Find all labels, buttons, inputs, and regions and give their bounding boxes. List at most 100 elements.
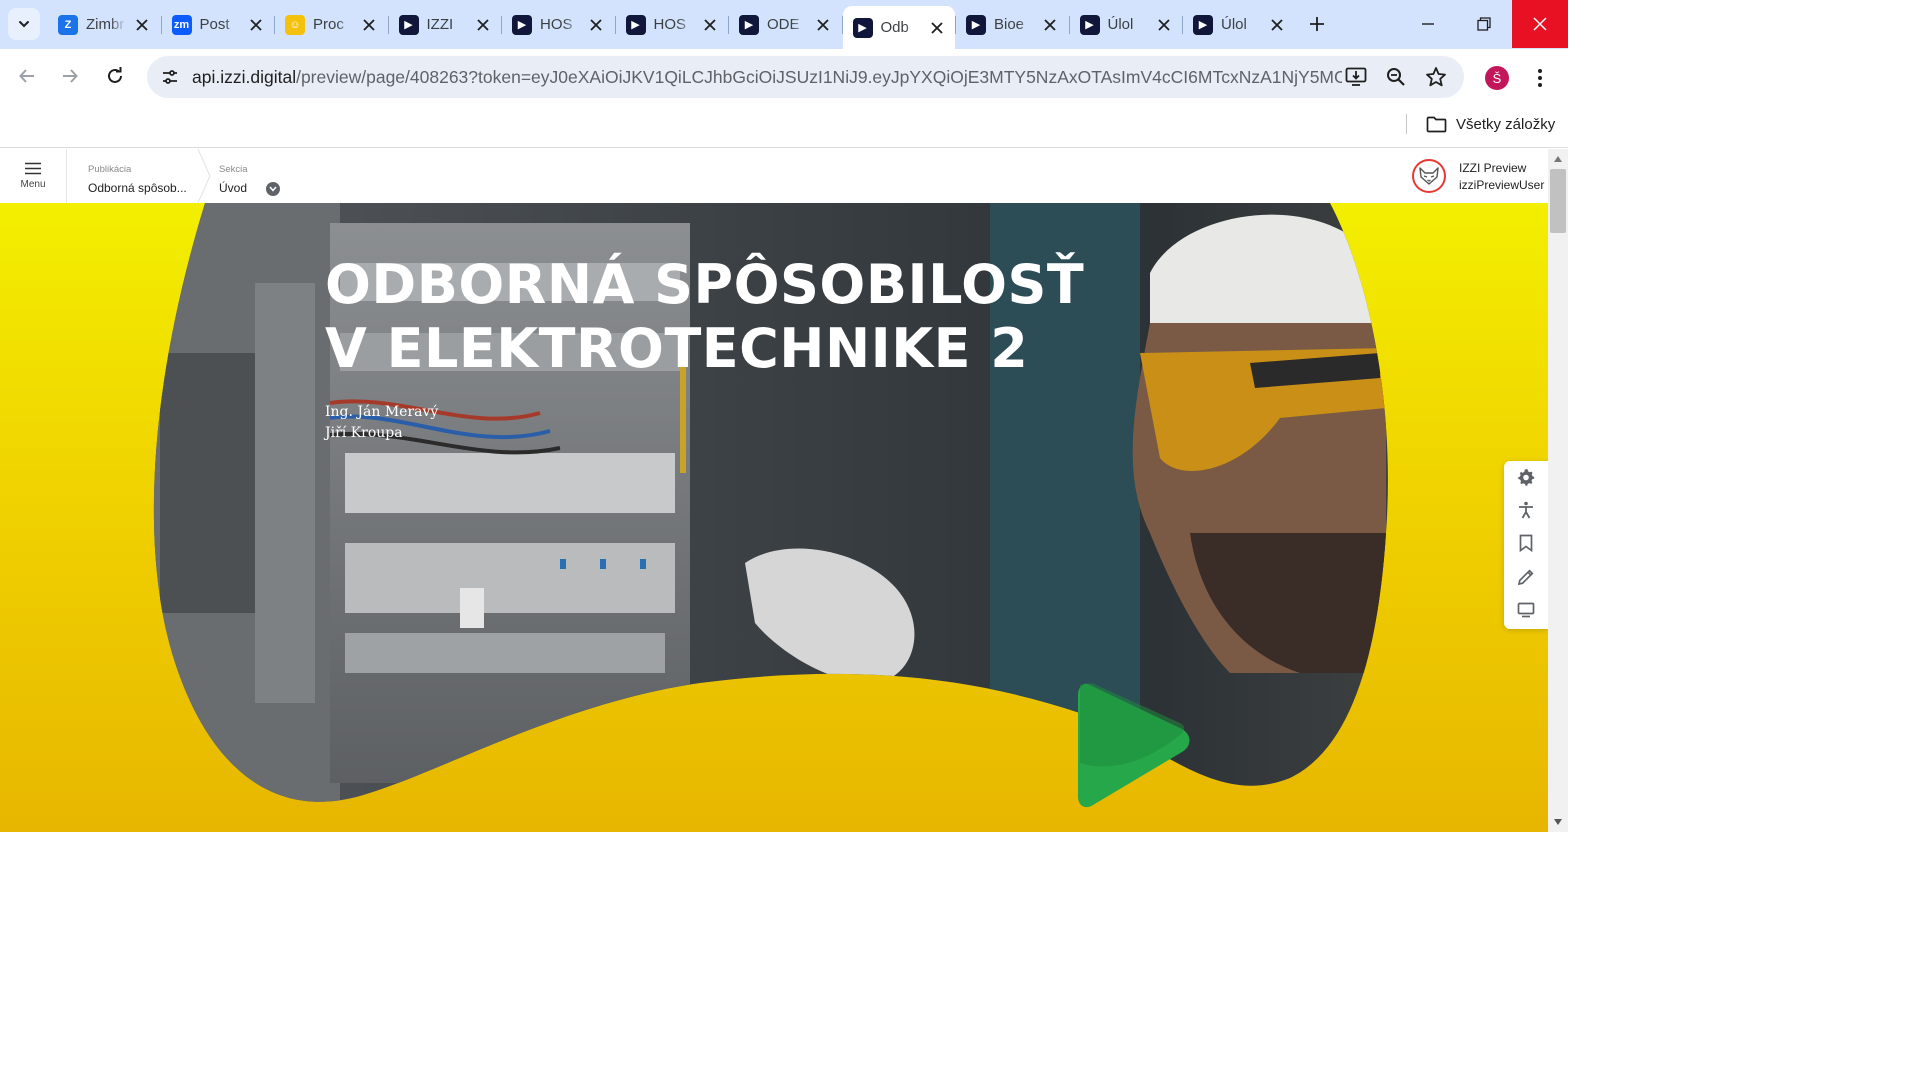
minimize-button[interactable] [1400, 0, 1456, 48]
bookmark-star-button[interactable] [1423, 64, 1449, 90]
chevron-down-icon [19, 21, 29, 28]
star-icon [1426, 67, 1446, 87]
folder-icon [1426, 116, 1447, 132]
scroll-up-button[interactable] [1548, 151, 1568, 167]
browser-tab[interactable]: ▶ ODE [729, 8, 841, 41]
page-viewport: Menu Publikácia Odborná spôsob... Sekcia… [0, 149, 1548, 832]
zoom-button[interactable] [1383, 64, 1409, 90]
reload-icon [108, 67, 122, 83]
browser-menu-button[interactable] [1530, 63, 1550, 93]
tab-label: HOS [540, 16, 573, 33]
author-2: Jiří Kroupa [325, 425, 403, 441]
publication-value: Odborná spôsob... [88, 181, 187, 195]
tab-close-icon[interactable] [475, 17, 491, 33]
all-bookmarks-button[interactable]: Všetky záložky [1426, 112, 1555, 136]
site-info-button[interactable] [155, 62, 185, 92]
install-app-button[interactable] [1343, 64, 1369, 90]
forward-button[interactable] [53, 59, 87, 93]
user-profile[interactable]: IZZI Preview izziPreviewUser [1412, 158, 1548, 194]
browser-tab[interactable]: ▶ Úlol [1183, 8, 1295, 41]
tab-close-icon[interactable] [361, 17, 377, 33]
tab-favicon-icon: Z [58, 14, 78, 35]
back-button[interactable] [10, 59, 44, 93]
browser-tab[interactable]: ▶ IZZI [389, 8, 501, 41]
browser-tab[interactable]: ▶ HOS [616, 8, 728, 41]
scroll-down-button[interactable] [1548, 814, 1568, 830]
bookmark-button[interactable] [1514, 531, 1538, 555]
arrow-right-icon [63, 69, 78, 83]
tab-search-button[interactable] [8, 8, 40, 40]
triangle-down-icon [1554, 819, 1562, 825]
tune-icon [163, 70, 177, 84]
title-line-2: V ELEKTROTECHNIKE 2 [325, 317, 1029, 380]
menu-button[interactable]: Menu [0, 149, 67, 203]
breadcrumb-publication[interactable]: Publikácia Odborná spôsob... [88, 149, 196, 203]
tab-label: Post [199, 16, 230, 33]
bookmarks-bar: Všetky záložky [0, 105, 1568, 148]
tab-close-icon[interactable] [1156, 17, 1172, 33]
tab-favicon-icon: ▶ [852, 17, 873, 38]
tab-label: IZZI [426, 16, 454, 33]
new-tab-button[interactable] [1302, 9, 1332, 39]
more-vert-icon [1538, 69, 1542, 87]
chevron-down-icon [269, 186, 277, 192]
tab-favicon-icon: ▶ [1193, 14, 1213, 35]
tab-favicon-icon: ▶ [512, 14, 532, 35]
app-header: Menu Publikácia Odborná spôsob... Sekcia… [0, 149, 1548, 203]
tab-close-icon[interactable] [702, 17, 718, 33]
gear-icon [1518, 469, 1535, 486]
publication-title: ODBORNÁ SPÔSOBILOSŤ V ELEKTROTECHNIKE 2 [325, 253, 1085, 381]
tab-close-icon[interactable] [929, 20, 945, 36]
window-close-button[interactable] [1512, 0, 1568, 48]
browser-tab[interactable]: zm Post [162, 8, 274, 41]
tab-close-icon[interactable] [1269, 17, 1285, 33]
title-line-1: ODBORNÁ SPÔSOBILOSŤ [325, 253, 1085, 316]
accessibility-button[interactable] [1514, 498, 1538, 522]
tab-close-icon[interactable] [248, 17, 264, 33]
tab-close-icon[interactable] [815, 17, 831, 33]
tab-label: Proc [313, 16, 344, 33]
scroll-thumb[interactable] [1550, 169, 1566, 233]
hamburger-icon [25, 162, 41, 175]
reload-button[interactable] [98, 59, 132, 93]
fox-logo-icon [1419, 167, 1439, 185]
all-bookmarks-label: Všetky záložky [1456, 115, 1556, 133]
arrow-left-icon [19, 69, 34, 83]
side-toolbar [1504, 461, 1548, 629]
url-path: /preview/page/408263?token=eyJ0eXAiOiJKV… [296, 67, 1342, 87]
browser-tab[interactable]: ☺ Proc [275, 8, 387, 41]
tab-label: HOS [653, 16, 687, 33]
tab-favicon-icon: ▶ [398, 14, 419, 35]
tab-strip: ZZimbrazmPost☺Proc▶IZZI▶HOS▶HOS▶ODE▶Odb▶… [0, 0, 1568, 49]
browser-tab[interactable]: ▶ Odb [842, 6, 955, 49]
install-icon [1345, 67, 1367, 86]
user-name: IZZI Preview [1459, 161, 1527, 175]
minimize-icon [1422, 23, 1434, 25]
tab-favicon-icon: ▶ [1079, 14, 1100, 35]
bookmarks-separator [1406, 114, 1407, 134]
tab-favicon-icon: ▶ [739, 14, 759, 35]
page-scrollbar[interactable] [1548, 149, 1568, 832]
section-dropdown-button[interactable] [266, 182, 280, 196]
user-avatar [1412, 159, 1446, 193]
user-id: izziPreviewUser [1459, 178, 1545, 192]
tab-close-icon[interactable] [1042, 17, 1058, 33]
browser-tab[interactable]: Z Zimbra [48, 8, 160, 41]
browser-tab[interactable]: ▶ Bioe [956, 8, 1068, 41]
browser-tab[interactable]: ▶ Úlol [1070, 8, 1182, 41]
tab-label: Úlol [1107, 16, 1134, 33]
address-bar[interactable]: api.izzi.digital/preview/page/408263?tok… [147, 56, 1464, 98]
tab-label: Bioe [994, 16, 1025, 33]
section-caption: Sekcia [219, 164, 248, 175]
restore-button[interactable] [1456, 0, 1512, 48]
breadcrumb-section[interactable]: Sekcia Úvod [219, 149, 289, 203]
settings-button[interactable] [1514, 465, 1538, 489]
close-icon [1533, 17, 1547, 31]
presentation-button[interactable] [1514, 598, 1538, 622]
url-text[interactable]: api.izzi.digital/preview/page/408263?tok… [192, 67, 1342, 88]
profile-avatar[interactable]: Š [1485, 66, 1509, 90]
edit-button[interactable] [1514, 565, 1538, 589]
tab-close-icon[interactable] [588, 17, 604, 33]
tab-close-icon[interactable] [134, 17, 150, 33]
browser-tab[interactable]: ▶ HOS [502, 8, 614, 41]
